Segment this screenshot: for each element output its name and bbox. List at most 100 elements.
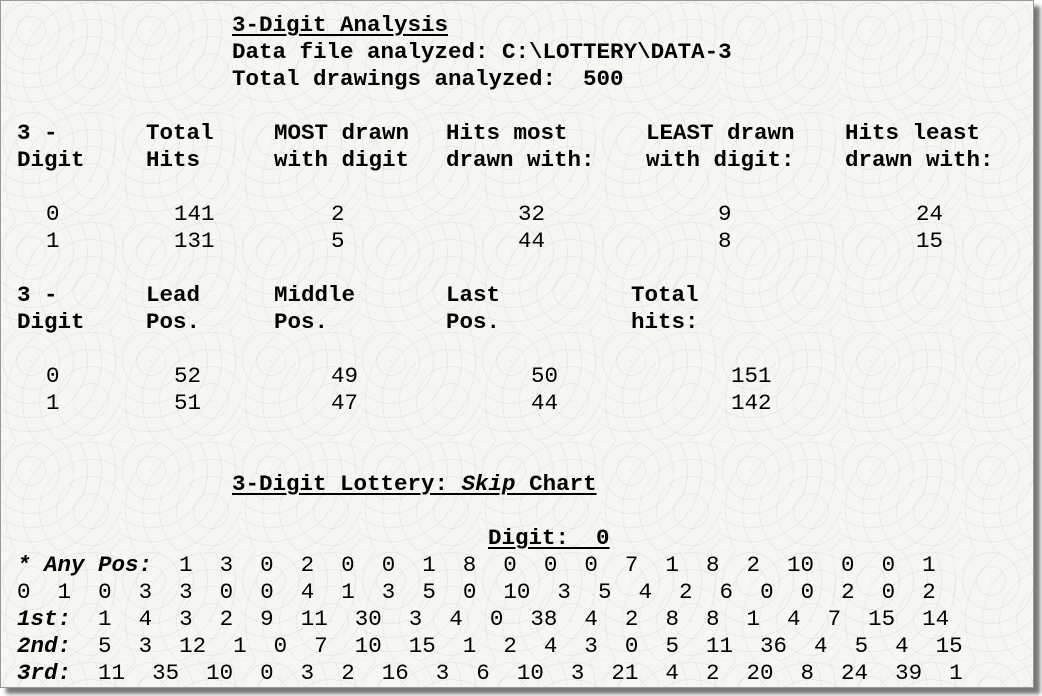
skip-title-prefix: 3-Digit Lottery:: [232, 471, 462, 497]
skip-value: 2: [219, 606, 234, 632]
skip-value: 12: [179, 633, 207, 659]
table1-header: Hits least: [845, 120, 981, 146]
skip-value: 7: [624, 552, 639, 578]
skip-value: 10: [354, 633, 382, 659]
skip-row: * Any Pos: 1 3 0 2 0 0 1 8 0 0 0 7 1 8 2…: [17, 552, 963, 578]
skip-value: 1: [462, 633, 477, 659]
skip-value: 24: [841, 660, 869, 686]
skip-value: 0: [760, 579, 774, 605]
table2-cell: 0: [46, 363, 60, 389]
skip-value: 0: [219, 579, 234, 605]
skip-value: 0: [489, 606, 504, 632]
table2-header: hits:: [631, 309, 699, 335]
table1-header: Hits: [146, 147, 201, 173]
skip-value: 9: [260, 606, 274, 632]
skip-value: 2: [705, 660, 720, 686]
skip-value: 2: [922, 579, 936, 605]
table2-cell: 50: [531, 363, 559, 389]
table1-cell: 24: [916, 201, 944, 227]
table2-cell: 52: [174, 363, 202, 389]
skip-value: 0: [881, 552, 896, 578]
skip-value: 4: [787, 606, 801, 632]
skip-value: 11: [705, 633, 733, 659]
skip-value: 1: [665, 552, 679, 578]
skip-value: 0: [260, 579, 274, 605]
skip-value: 0: [341, 552, 355, 578]
skip-value: 0: [543, 552, 558, 578]
table2-header: Middle: [274, 282, 356, 308]
table1-cell: 15: [916, 228, 944, 254]
table2-header: Pos.: [146, 309, 201, 335]
skip-value: 3: [138, 579, 153, 605]
skip-value: 16: [381, 660, 409, 686]
skip-value: 5: [665, 633, 679, 659]
skip-value: 0: [624, 633, 639, 659]
table1-cell: 141: [174, 201, 215, 227]
skip-value: 1: [179, 552, 193, 578]
skip-value: 0: [98, 579, 112, 605]
skip-value: 35: [152, 660, 180, 686]
skip-value: 1: [922, 552, 936, 578]
table1-header: with digit:: [646, 147, 795, 173]
skip-row: 1st: 1 4 3 2 9 11 30 3 4 0 38 4 2 8 8 1 …: [17, 606, 976, 632]
table1-header: drawn with:: [845, 147, 994, 173]
table2-cell: 49: [331, 363, 359, 389]
table2-cell: 51: [174, 390, 202, 416]
skip-value: 8: [462, 552, 477, 578]
table2-header: Lead: [146, 282, 201, 308]
table1-header: with digit: [274, 147, 410, 173]
table1-cell: 5: [331, 228, 345, 254]
skip-value: 8: [705, 606, 720, 632]
skip-value: 0: [17, 579, 31, 605]
table2-header: Last: [446, 282, 501, 308]
table1-cell: 32: [518, 201, 546, 227]
skip-value: 3: [557, 579, 571, 605]
skip-title-italic: Skip: [461, 471, 516, 497]
skip-value: 3: [408, 606, 423, 632]
skip-value: 2: [503, 633, 517, 659]
table1-header: drawn with:: [446, 147, 595, 173]
table2-header: Digit: [17, 309, 85, 335]
skip-value: 1: [98, 606, 112, 632]
skip-value: 5: [854, 633, 869, 659]
skip-value: 11: [98, 660, 126, 686]
skip-row: 3rd: 11 35 10 0 3 2 16 3 6 10 3 21 4 2 2…: [17, 660, 990, 686]
skip-value: 36: [760, 633, 788, 659]
skip-value: 10: [206, 660, 234, 686]
skip-value: 2: [624, 606, 639, 632]
table2-header: Pos.: [274, 309, 329, 335]
analysis-report: 3-Digit Analysis Data file analyzed: C:\…: [0, 0, 1034, 688]
skip-row: 0 1 0 3 3 0 0 4 1 3 5 0 10 3 5 4 2 6 0 0…: [17, 579, 963, 605]
table1-header: 3 -: [17, 120, 58, 146]
skip-value: 0: [584, 552, 598, 578]
skip-value: 6: [476, 660, 490, 686]
skip-value: 6: [719, 579, 734, 605]
skip-value: 38: [530, 606, 558, 632]
skip-value: 21: [611, 660, 639, 686]
skip-value: 3: [219, 552, 234, 578]
table1-header: Total: [146, 120, 214, 146]
skip-value: 0: [881, 579, 896, 605]
skip-value: 5: [98, 633, 112, 659]
skip-chart-title: 3-Digit Lottery: Skip Chart: [232, 471, 597, 497]
skip-row-label: 2nd:: [17, 633, 72, 659]
skip-value: 15: [935, 633, 963, 659]
table1-cell: 1: [46, 228, 60, 254]
skip-value: 2: [679, 579, 693, 605]
table2-header: Pos.: [446, 309, 501, 335]
skip-value: 10: [787, 552, 815, 578]
skip-value: 1: [422, 552, 436, 578]
skip-value: 3: [300, 660, 315, 686]
skip-row-label: * Any Pos:: [17, 552, 153, 578]
skip-value: 2: [341, 660, 355, 686]
skip-value: 1: [949, 660, 963, 686]
skip-value: 4: [543, 633, 558, 659]
table2-cell: 142: [731, 390, 772, 416]
skip-row: 2nd: 5 3 12 1 0 7 10 15 1 2 4 3 0 5 11 3…: [17, 633, 990, 659]
skip-value: 0: [273, 633, 288, 659]
skip-value: 7: [827, 606, 842, 632]
table2-cell: 1: [46, 390, 60, 416]
digit-label: Digit: 0: [488, 525, 610, 551]
table1-header: LEAST drawn: [646, 120, 795, 146]
skip-value: 4: [665, 660, 679, 686]
